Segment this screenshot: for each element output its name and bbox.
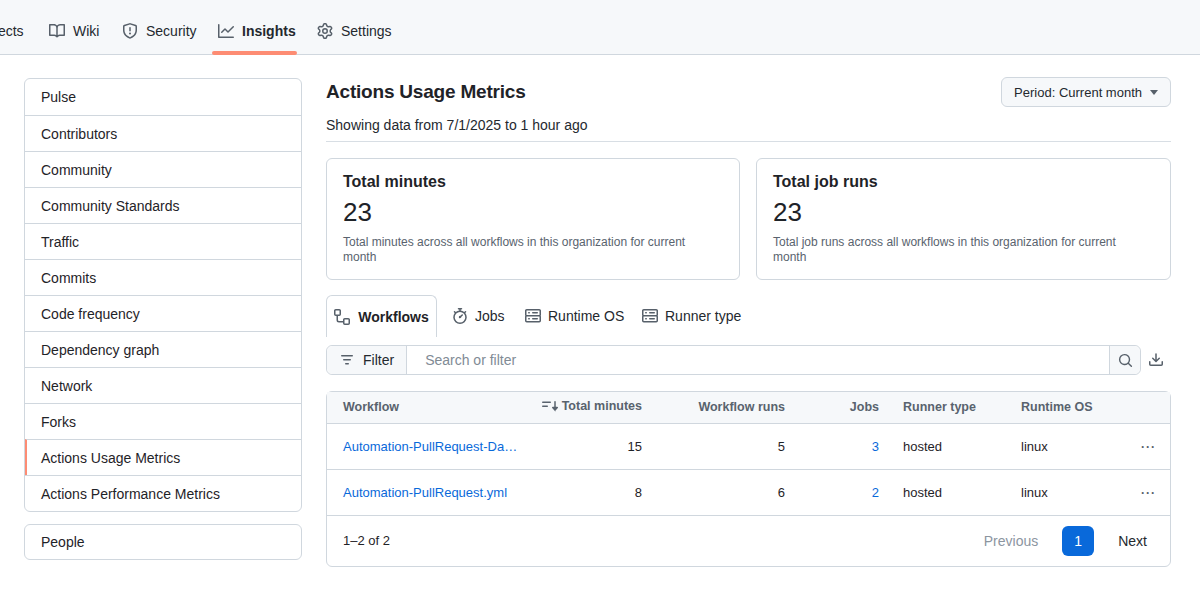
nav-label-wiki: Wiki <box>73 23 99 39</box>
tab-jobs-label: Jobs <box>475 308 505 324</box>
header-divider <box>326 141 1171 142</box>
jobs-link[interactable]: 3 <box>872 439 879 454</box>
col-header-workflow-runs[interactable]: Workflow runs <box>658 392 801 423</box>
metrics-tab-nav: Workflows Jobs Runtime OS Runner type <box>326 295 1171 337</box>
page-subtitle: Showing data from 7/1/2025 to 1 hour ago <box>326 117 588 133</box>
row-actions-kebab-icon[interactable]: ··· <box>1141 440 1156 454</box>
total-minutes-description: Total minutes across all workflows in th… <box>343 235 713 265</box>
sidebar-item-dependency-graph[interactable]: Dependency graph <box>25 331 301 367</box>
graph-icon <box>218 23 234 39</box>
jobs-link[interactable]: 2 <box>872 485 879 500</box>
col-header-total-minutes[interactable]: Total minutes <box>537 392 658 423</box>
pagination-range: 1–2 of 2 <box>343 533 390 548</box>
tab-runtime-os[interactable]: Runtime OS <box>525 295 624 337</box>
sidebar-item-contributors[interactable]: Contributors <box>25 115 301 151</box>
tab-workflows[interactable]: Workflows <box>326 295 437 337</box>
total-job-runs-description: Total job runs across all workflows in t… <box>773 235 1143 265</box>
workflows-table: Workflow Total minutes Workflow runs Job… <box>326 391 1171 567</box>
nav-tab-security[interactable]: Security <box>122 8 197 54</box>
sidebar-item-traffic[interactable]: Traffic <box>25 223 301 259</box>
workflow-link[interactable]: Automation-PullRequest-Da… <box>327 423 537 469</box>
cell-runtime-os: linux <box>1005 423 1127 469</box>
search-submit-button[interactable] <box>1109 346 1140 374</box>
nav-tab-projects[interactable]: Projects <box>0 8 24 54</box>
tab-workflows-label: Workflows <box>358 309 429 325</box>
nav-label-settings: Settings <box>341 23 392 39</box>
workflow-icon <box>334 309 350 325</box>
server-icon <box>642 308 658 324</box>
sidebar-item-pulse[interactable]: Pulse <box>25 79 301 115</box>
main-content: Actions Usage Metrics Showing data from … <box>326 78 1171 591</box>
pagination-next[interactable]: Next <box>1118 533 1147 549</box>
tab-runner-type-label: Runner type <box>665 308 741 324</box>
book-icon <box>49 23 65 39</box>
sidebar-item-community[interactable]: Community <box>25 151 301 187</box>
table-row: Automation-PullRequest.yml 8 6 2 hosted … <box>327 469 1170 515</box>
filter-icon <box>339 352 355 368</box>
sort-descending-icon <box>542 398 558 414</box>
col-header-jobs[interactable]: Jobs <box>801 392 895 423</box>
period-dropdown-label: Period: Current month <box>1014 85 1142 100</box>
cell-runner-type: hosted <box>895 423 1005 469</box>
cell-jobs: 2 <box>801 469 895 515</box>
total-job-runs-value: 23 <box>773 197 1154 228</box>
table-row: Automation-PullRequest-Da… 15 5 3 hosted… <box>327 423 1170 469</box>
tab-runtime-os-label: Runtime OS <box>548 308 624 324</box>
row-actions-kebab-icon[interactable]: ··· <box>1141 486 1156 500</box>
table-footer: 1–2 of 2 Previous 1 Next <box>327 516 1170 566</box>
active-tab-underline <box>212 51 297 55</box>
pagination-previous[interactable]: Previous <box>984 533 1038 549</box>
stopwatch-icon <box>452 308 468 324</box>
sidebar-item-forks[interactable]: Forks <box>25 403 301 439</box>
search-input[interactable]: Search or filter <box>407 346 1109 374</box>
cell-workflow-runs: 6 <box>658 469 801 515</box>
pagination-page-1[interactable]: 1 <box>1062 526 1094 556</box>
insights-sidebar: Pulse Contributors Community Community S… <box>24 78 302 512</box>
shield-icon <box>122 23 138 39</box>
nav-tab-wiki[interactable]: Wiki <box>49 8 99 54</box>
sidebar-item-actions-usage-metrics[interactable]: Actions Usage Metrics <box>25 439 301 475</box>
cell-total-minutes: 15 <box>537 423 658 469</box>
cell-jobs: 3 <box>801 423 895 469</box>
sidebar-item-people[interactable]: People <box>24 524 302 560</box>
page-title: Actions Usage Metrics <box>326 81 526 103</box>
nav-label-insights: Insights <box>242 23 296 39</box>
total-job-runs-title: Total job runs <box>773 173 1154 191</box>
workflow-link[interactable]: Automation-PullRequest.yml <box>327 469 537 515</box>
col-header-workflow[interactable]: Workflow <box>327 392 537 423</box>
server-icon <box>525 308 541 324</box>
sidebar-item-commits[interactable]: Commits <box>25 259 301 295</box>
tab-runner-type[interactable]: Runner type <box>642 295 741 337</box>
cell-workflow-runs: 5 <box>658 423 801 469</box>
col-header-runtime-os[interactable]: Runtime OS <box>1005 392 1127 423</box>
total-minutes-card: Total minutes 23 Total minutes across al… <box>326 158 740 280</box>
cell-total-minutes: 8 <box>537 469 658 515</box>
nav-tab-insights[interactable]: Insights <box>218 8 296 54</box>
nav-tab-settings[interactable]: Settings <box>317 8 392 54</box>
repo-top-nav: Projects Wiki Security Insights Settings <box>0 0 1200 55</box>
table-header-row: Workflow Total minutes Workflow runs Job… <box>327 392 1170 423</box>
sidebar-item-network[interactable]: Network <box>25 367 301 403</box>
col-header-runner-type[interactable]: Runner type <box>895 392 1005 423</box>
nav-label-security: Security <box>146 23 197 39</box>
nav-label-projects: Projects <box>0 23 24 39</box>
sidebar-item-code-frequency[interactable]: Code frequency <box>25 295 301 331</box>
filter-bar: Filter Search or filter <box>326 345 1141 375</box>
period-dropdown-button[interactable]: Period: Current month <box>1001 77 1171 107</box>
total-minutes-value: 23 <box>343 197 723 228</box>
sidebar-item-actions-performance-metrics[interactable]: Actions Performance Metrics <box>25 475 301 511</box>
download-icon[interactable] <box>1148 352 1164 368</box>
filter-button[interactable]: Filter <box>327 346 407 374</box>
cell-runtime-os: linux <box>1005 469 1127 515</box>
tab-jobs[interactable]: Jobs <box>452 295 505 337</box>
sidebar-item-community-standards[interactable]: Community Standards <box>25 187 301 223</box>
gear-icon <box>317 23 333 39</box>
total-minutes-title: Total minutes <box>343 173 723 191</box>
cell-runner-type: hosted <box>895 469 1005 515</box>
chevron-down-icon <box>1150 90 1158 95</box>
search-icon <box>1118 353 1133 368</box>
filter-button-label: Filter <box>363 352 394 368</box>
total-job-runs-card: Total job runs 23 Total job runs across … <box>756 158 1171 280</box>
